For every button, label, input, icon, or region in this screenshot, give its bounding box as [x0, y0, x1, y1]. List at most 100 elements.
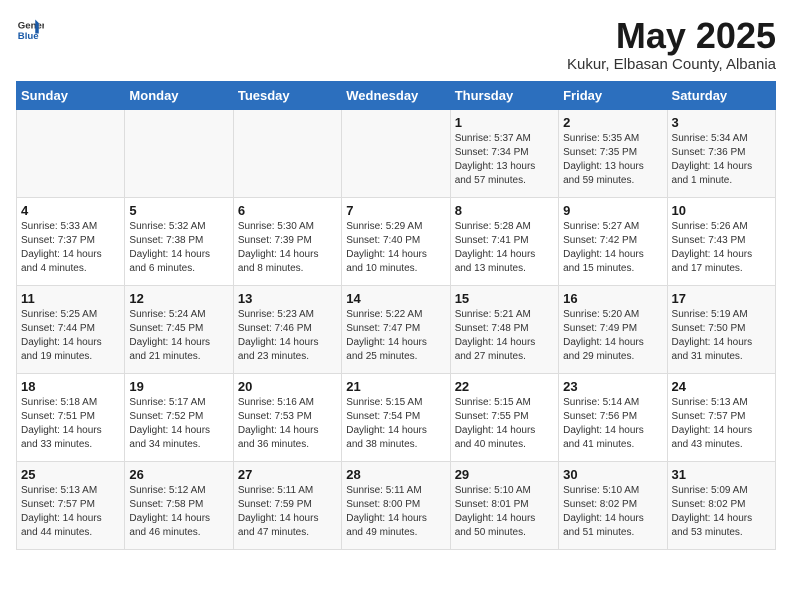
day-info-line: Sunrise: 5:13 AM	[672, 396, 771, 410]
day-info-line: Sunrise: 5:18 AM	[21, 396, 120, 410]
day-number: 20	[238, 379, 337, 394]
calendar-subtitle: Kukur, Elbasan County, Albania	[567, 56, 776, 73]
day-info-line: Daylight: 14 hours	[21, 336, 120, 350]
day-info-line: Daylight: 14 hours	[238, 336, 337, 350]
day-info-line: Sunrise: 5:24 AM	[129, 308, 228, 322]
day-info-line: Sunrise: 5:11 AM	[238, 484, 337, 498]
day-info-line: Daylight: 14 hours	[672, 424, 771, 438]
calendar-day-26: 26Sunrise: 5:12 AMSunset: 7:58 PMDayligh…	[125, 461, 233, 549]
day-number: 17	[672, 291, 771, 306]
day-info-line: Sunrise: 5:23 AM	[238, 308, 337, 322]
day-info-line: Sunrise: 5:33 AM	[21, 220, 120, 234]
day-info-line: Daylight: 14 hours	[672, 336, 771, 350]
day-info-line: Daylight: 14 hours	[21, 248, 120, 262]
calendar-day-20: 20Sunrise: 5:16 AMSunset: 7:53 PMDayligh…	[233, 373, 341, 461]
day-info-line: Sunset: 7:38 PM	[129, 234, 228, 248]
day-number: 24	[672, 379, 771, 394]
day-info-line: Daylight: 14 hours	[21, 512, 120, 526]
day-info-line: Daylight: 14 hours	[455, 336, 554, 350]
day-info-line: and 44 minutes.	[21, 526, 120, 540]
calendar-day-31: 31Sunrise: 5:09 AMSunset: 8:02 PMDayligh…	[667, 461, 775, 549]
calendar-day-16: 16Sunrise: 5:20 AMSunset: 7:49 PMDayligh…	[559, 285, 667, 373]
day-info-line: Sunset: 7:55 PM	[455, 410, 554, 424]
calendar-day-5: 5Sunrise: 5:32 AMSunset: 7:38 PMDaylight…	[125, 197, 233, 285]
calendar-table: SundayMondayTuesdayWednesdayThursdayFrid…	[16, 81, 776, 550]
day-info-line: and 31 minutes.	[672, 350, 771, 364]
title-block: May 2025 Kukur, Elbasan County, Albania	[567, 16, 776, 73]
day-number: 28	[346, 467, 445, 482]
calendar-empty-cell	[17, 109, 125, 197]
day-info-line: Sunset: 7:36 PM	[672, 146, 771, 160]
calendar-week-row: 11Sunrise: 5:25 AMSunset: 7:44 PMDayligh…	[17, 285, 776, 373]
day-info-line: Daylight: 13 hours	[455, 160, 554, 174]
day-info-line: Sunrise: 5:15 AM	[455, 396, 554, 410]
day-info-line: Daylight: 14 hours	[129, 512, 228, 526]
day-info-line: Sunset: 7:48 PM	[455, 322, 554, 336]
weekday-header-monday: Monday	[125, 81, 233, 109]
day-info-line: and 59 minutes.	[563, 174, 662, 188]
day-info-line: Sunrise: 5:34 AM	[672, 132, 771, 146]
day-info-line: and 40 minutes.	[455, 438, 554, 452]
day-info-line: Sunrise: 5:12 AM	[129, 484, 228, 498]
calendar-day-7: 7Sunrise: 5:29 AMSunset: 7:40 PMDaylight…	[342, 197, 450, 285]
day-info-line: Sunset: 7:40 PM	[346, 234, 445, 248]
day-info-line: Sunrise: 5:22 AM	[346, 308, 445, 322]
day-info-line: Sunset: 7:49 PM	[563, 322, 662, 336]
day-info-line: and 47 minutes.	[238, 526, 337, 540]
calendar-day-18: 18Sunrise: 5:18 AMSunset: 7:51 PMDayligh…	[17, 373, 125, 461]
svg-text:General: General	[18, 20, 44, 31]
day-info-line: and 15 minutes.	[563, 262, 662, 276]
day-info-line: Sunset: 7:34 PM	[455, 146, 554, 160]
day-info-line: Daylight: 14 hours	[563, 248, 662, 262]
day-info-line: Sunset: 7:56 PM	[563, 410, 662, 424]
day-info-line: and 29 minutes.	[563, 350, 662, 364]
day-info-line: and 41 minutes.	[563, 438, 662, 452]
calendar-day-27: 27Sunrise: 5:11 AMSunset: 7:59 PMDayligh…	[233, 461, 341, 549]
day-info-line: Sunset: 7:44 PM	[21, 322, 120, 336]
calendar-day-8: 8Sunrise: 5:28 AMSunset: 7:41 PMDaylight…	[450, 197, 558, 285]
day-info-line: Sunrise: 5:35 AM	[563, 132, 662, 146]
calendar-day-13: 13Sunrise: 5:23 AMSunset: 7:46 PMDayligh…	[233, 285, 341, 373]
day-info-line: Sunset: 7:43 PM	[672, 234, 771, 248]
day-info-line: Sunrise: 5:25 AM	[21, 308, 120, 322]
day-number: 9	[563, 203, 662, 218]
day-info-line: and 53 minutes.	[672, 526, 771, 540]
day-info-line: Sunset: 8:00 PM	[346, 498, 445, 512]
page-header: General Blue May 2025 Kukur, Elbasan Cou…	[16, 16, 776, 73]
day-number: 26	[129, 467, 228, 482]
day-number: 4	[21, 203, 120, 218]
calendar-title: May 2025	[567, 16, 776, 56]
day-number: 5	[129, 203, 228, 218]
calendar-day-24: 24Sunrise: 5:13 AMSunset: 7:57 PMDayligh…	[667, 373, 775, 461]
logo: General Blue	[16, 16, 44, 44]
day-info-line: and 43 minutes.	[672, 438, 771, 452]
day-info-line: Sunset: 7:52 PM	[129, 410, 228, 424]
day-info-line: Daylight: 14 hours	[346, 248, 445, 262]
day-info-line: Sunset: 7:46 PM	[238, 322, 337, 336]
day-info-line: and 10 minutes.	[346, 262, 445, 276]
calendar-day-2: 2Sunrise: 5:35 AMSunset: 7:35 PMDaylight…	[559, 109, 667, 197]
day-info-line: and 8 minutes.	[238, 262, 337, 276]
day-info-line: Daylight: 14 hours	[129, 336, 228, 350]
day-info-line: Sunrise: 5:29 AM	[346, 220, 445, 234]
day-info-line: Sunset: 7:59 PM	[238, 498, 337, 512]
day-info-line: Sunset: 7:37 PM	[21, 234, 120, 248]
day-info-line: Sunset: 7:50 PM	[672, 322, 771, 336]
day-info-line: Daylight: 14 hours	[129, 248, 228, 262]
day-number: 11	[21, 291, 120, 306]
day-info-line: Sunset: 7:57 PM	[21, 498, 120, 512]
calendar-day-30: 30Sunrise: 5:10 AMSunset: 8:02 PMDayligh…	[559, 461, 667, 549]
day-info-line: and 46 minutes.	[129, 526, 228, 540]
day-info-line: Sunrise: 5:19 AM	[672, 308, 771, 322]
weekday-header-row: SundayMondayTuesdayWednesdayThursdayFrid…	[17, 81, 776, 109]
day-info-line: Sunset: 7:53 PM	[238, 410, 337, 424]
weekday-header-tuesday: Tuesday	[233, 81, 341, 109]
day-info-line: Daylight: 14 hours	[346, 424, 445, 438]
day-info-line: Sunset: 7:54 PM	[346, 410, 445, 424]
calendar-empty-cell	[233, 109, 341, 197]
calendar-day-10: 10Sunrise: 5:26 AMSunset: 7:43 PMDayligh…	[667, 197, 775, 285]
day-number: 3	[672, 115, 771, 130]
day-info-line: and 1 minute.	[672, 174, 771, 188]
day-info-line: Daylight: 14 hours	[346, 512, 445, 526]
calendar-week-row: 18Sunrise: 5:18 AMSunset: 7:51 PMDayligh…	[17, 373, 776, 461]
